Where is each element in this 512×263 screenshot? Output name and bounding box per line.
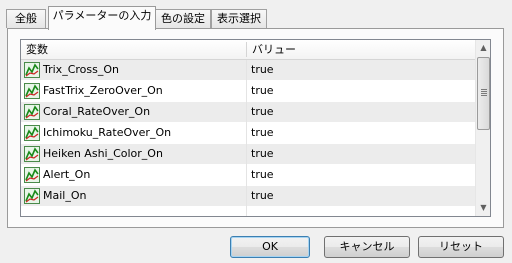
tab-display[interactable]: 表示選択	[211, 9, 267, 28]
column-divider	[246, 60, 247, 216]
parameter-value[interactable]: true	[251, 81, 274, 101]
table-row[interactable]: Mail_On true	[21, 186, 475, 207]
scroll-down-arrow-icon[interactable]: ▼	[476, 200, 490, 216]
tab-colors[interactable]: 色の設定	[155, 9, 211, 28]
tab-general[interactable]: 全般	[6, 9, 46, 28]
table-row[interactable]: Ichimoku_RateOver_On true	[21, 123, 475, 144]
parameter-name: Ichimoku_RateOver_On	[43, 126, 172, 139]
parameter-value[interactable]: true	[251, 102, 274, 122]
table-row[interactable]: Heiken Ashi_Color_On true	[21, 144, 475, 165]
parameter-name: Mail_On	[43, 189, 87, 202]
table-row[interactable]: Coral_RateOver_On true	[21, 102, 475, 123]
indicator-param-icon	[24, 125, 40, 141]
parameter-value[interactable]: true	[251, 123, 274, 143]
indicator-param-icon	[24, 188, 40, 204]
table-row[interactable]: FastTrix_ZeroOver_On true	[21, 81, 475, 102]
tab-parameters-label: パラメーターの入力	[52, 9, 152, 22]
table-row[interactable]: Alert_On true	[21, 165, 475, 186]
parameter-name: Trix_Cross_On	[43, 63, 119, 76]
cancel-button[interactable]: キャンセル	[324, 236, 410, 258]
reset-button[interactable]: リセット	[418, 236, 504, 258]
column-header-value[interactable]: バリュー	[247, 40, 475, 59]
scroll-up-arrow-icon[interactable]: ▲	[476, 40, 490, 56]
tab-colors-label: 色の設定	[161, 12, 205, 25]
table-row[interactable]: Trix_Cross_On true	[21, 60, 475, 81]
indicator-param-icon	[24, 167, 40, 183]
parameter-value[interactable]: true	[251, 165, 274, 185]
indicator-param-icon	[24, 104, 40, 120]
list-header: 変数 バリュー	[21, 40, 475, 60]
parameter-name: Heiken Ashi_Color_On	[43, 147, 163, 160]
parameter-name: FastTrix_ZeroOver_On	[43, 84, 163, 97]
vertical-scrollbar[interactable]: ▲ ▼	[475, 40, 490, 216]
tab-general-label: 全般	[15, 12, 37, 25]
indicator-param-icon	[24, 83, 40, 99]
indicator-param-icon	[24, 146, 40, 162]
parameter-name: Alert_On	[43, 168, 91, 181]
ok-button[interactable]: OK	[230, 236, 310, 258]
parameter-value[interactable]: true	[251, 60, 274, 80]
tab-parameters[interactable]: パラメーターの入力	[48, 6, 156, 30]
parameter-value[interactable]: true	[251, 144, 274, 164]
indicator-param-icon	[24, 62, 40, 78]
tab-display-label: 表示選択	[217, 12, 261, 25]
parameter-value[interactable]: true	[251, 186, 274, 206]
column-header-variable[interactable]: 変数	[21, 40, 246, 59]
parameter-list[interactable]: 変数 バリュー Trix_Cross_On true FastTrix_ZeroOv…	[20, 39, 491, 217]
parameter-name: Coral_RateOver_On	[43, 105, 151, 118]
scroll-grip-icon	[481, 89, 487, 96]
scroll-thumb[interactable]	[477, 57, 490, 130]
